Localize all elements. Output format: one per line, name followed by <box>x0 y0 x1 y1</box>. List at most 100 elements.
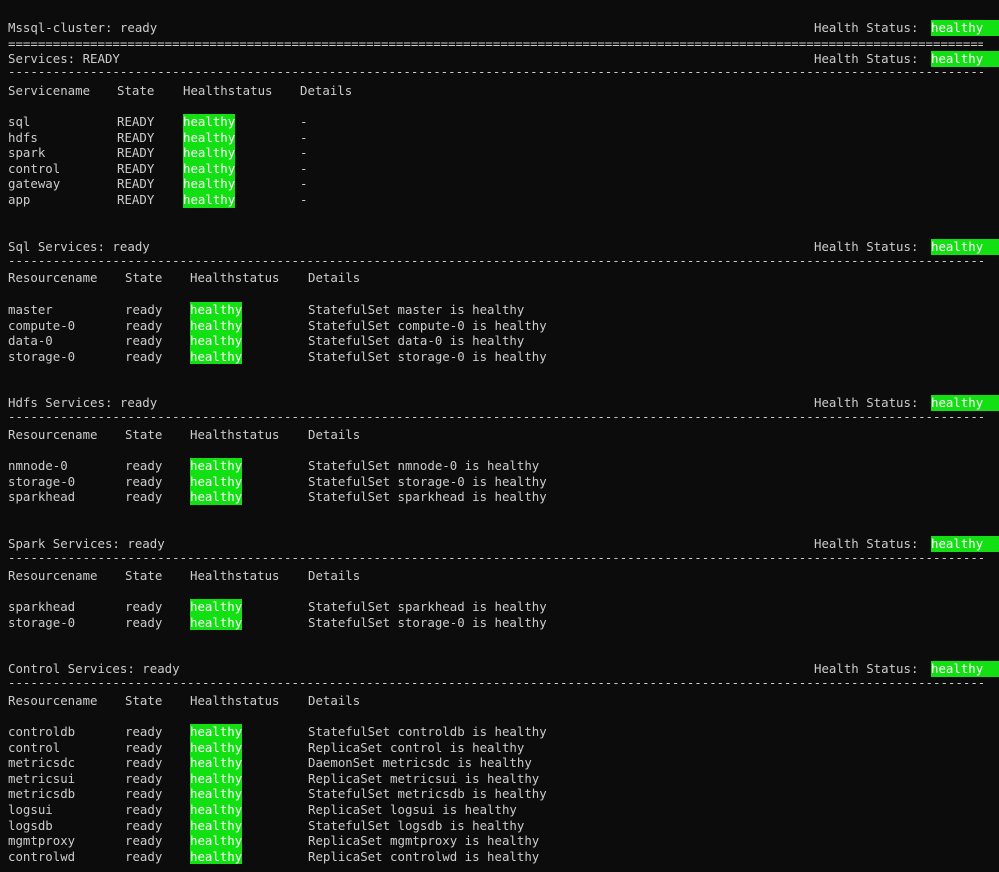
table-row: master ready healthy StatefulSet master is … <box>8 302 988 318</box>
health-badge: healthy <box>183 145 236 161</box>
table-row: sparkhead ready healthy StatefulSet sparkhe… <box>8 599 988 615</box>
health-badge: healthy <box>190 614 243 631</box>
state-value: ready <box>125 599 163 614</box>
resource-name: mgmtproxy <box>8 833 76 849</box>
resource-name: controldb <box>8 724 76 739</box>
health-badge: healthy <box>190 770 243 787</box>
resource-name: storage-0 <box>8 348 76 364</box>
resource-name: gateway <box>8 176 61 192</box>
resource-name: logsui <box>8 802 53 817</box>
state-value: READY <box>117 176 155 192</box>
details-text: StatefulSet data-0 is healthy <box>308 333 525 349</box>
state-value: ready <box>125 755 163 771</box>
column-header: State <box>125 568 163 583</box>
table-row: control READY healthy - <box>8 160 988 177</box>
column-header: Healthstatus <box>183 83 273 98</box>
details-text: ReplicaSet mgmtproxy is healthy <box>308 833 540 849</box>
state-value: ready <box>125 848 163 864</box>
column-header: Resourcename <box>8 270 98 285</box>
table-row: data-0 ready healthy StatefulSet data-0 is … <box>8 333 988 349</box>
health-badge: healthy <box>183 160 236 177</box>
state-value: ready <box>125 786 163 802</box>
details-text: - <box>300 160 308 176</box>
resource-name: sparkhead <box>8 599 76 614</box>
separator-rule: ----------------------------------------… <box>8 253 983 268</box>
details-text: - <box>300 176 308 192</box>
health-badge: healthy <box>190 489 243 505</box>
health-badge: healthy <box>190 333 243 349</box>
table-row: controldb ready healthy StatefulSet control… <box>8 724 988 740</box>
health-badge: healthy <box>183 192 236 208</box>
column-header: Healthstatus <box>190 693 280 708</box>
state-value: ready <box>125 317 163 333</box>
state-value: ready <box>125 724 163 739</box>
health-badge: healthy <box>190 473 243 490</box>
column-header: State <box>125 693 163 708</box>
column-header: Healthstatus <box>190 427 280 442</box>
resource-name: master <box>8 302 53 317</box>
state-value: READY <box>117 145 155 161</box>
column-header: Resourcename <box>8 568 98 583</box>
table-row: gateway READY healthy - <box>8 176 988 192</box>
state-value: ready <box>125 489 163 505</box>
details-text: - <box>300 192 308 207</box>
table-row: metricsui ready healthy ReplicaSet metricsu… <box>8 770 988 787</box>
state-value: ready <box>125 770 163 786</box>
health-badge: healthy <box>190 755 243 771</box>
table-header-row: Resourcename State Healthstatus Details <box>8 427 988 443</box>
resource-name: sql <box>8 114 31 129</box>
health-badge: healthy <box>190 786 243 802</box>
state-value: ready <box>125 473 163 489</box>
table-row: storage-0 ready healthy StatefulSet storage… <box>8 473 988 490</box>
column-header: Details <box>308 693 361 708</box>
details-text: StatefulSet storage-0 is healthy <box>308 614 547 630</box>
health-badge: healthy <box>190 302 243 318</box>
resource-name: metricsui <box>8 770 76 786</box>
details-text: StatefulSet master is healthy <box>308 302 525 317</box>
separator-rule: ========================================… <box>8 36 983 51</box>
health-status-label: Health Status: <box>814 20 919 35</box>
details-text: StatefulSet sparkhead is healthy <box>308 599 547 614</box>
health-badge: healthy <box>183 114 236 130</box>
column-header: Details <box>300 83 353 98</box>
column-header: Details <box>308 568 361 583</box>
separator-rule: ----------------------------------------… <box>8 550 983 565</box>
details-text: ReplicaSet control is healthy <box>308 739 525 755</box>
health-badge: healthy <box>190 348 243 365</box>
health-badge: healthy <box>190 317 243 334</box>
separator-rule: ----------------------------------------… <box>8 409 983 424</box>
state-value: READY <box>117 114 155 129</box>
table-row: controlwd ready healthy ReplicaSet controlw… <box>8 848 988 865</box>
state-value: READY <box>117 192 155 207</box>
table-row: metricsdc ready healthy DaemonSet metricsdc… <box>8 755 988 771</box>
column-header: State <box>125 270 163 285</box>
separator-rule: ----------------------------------------… <box>8 675 983 690</box>
state-value: READY <box>117 160 155 176</box>
table-row: hdfs READY healthy - <box>8 129 988 146</box>
resource-name: control <box>8 739 61 755</box>
resource-name: compute-0 <box>8 317 76 333</box>
table-header-row: Resourcename State Healthstatus Details <box>8 693 988 709</box>
health-badge: healthy <box>190 833 243 849</box>
resource-name: control <box>8 160 61 176</box>
details-text: - <box>300 129 308 145</box>
health-badge: healthy <box>190 817 243 834</box>
health-badge: healthy <box>183 176 236 192</box>
state-value: ready <box>125 833 163 849</box>
health-badge: healthy <box>190 802 243 818</box>
details-text: StatefulSet storage-0 is healthy <box>308 348 547 364</box>
details-text: ReplicaSet metricsui is healthy <box>308 770 540 786</box>
table-header-row: Servicename State Healthstatus Details <box>8 83 988 99</box>
state-value: ready <box>125 302 163 317</box>
table-row: nmnode-0 ready healthy StatefulSet nmnode-0… <box>8 458 988 474</box>
section-title: Mssql-cluster: ready <box>8 20 158 35</box>
resource-name: storage-0 <box>8 614 76 630</box>
column-header: Details <box>308 270 361 285</box>
table-row: sparkhead ready healthy StatefulSet sparkhe… <box>8 489 988 505</box>
details-text: ReplicaSet logsui is healthy <box>308 802 517 817</box>
state-value: ready <box>125 348 163 364</box>
state-value: ready <box>125 458 163 473</box>
details-text: StatefulSet controldb is healthy <box>308 724 547 739</box>
table-row: storage-0 ready healthy StatefulSet storage… <box>8 348 988 365</box>
resource-name: hdfs <box>8 129 38 145</box>
